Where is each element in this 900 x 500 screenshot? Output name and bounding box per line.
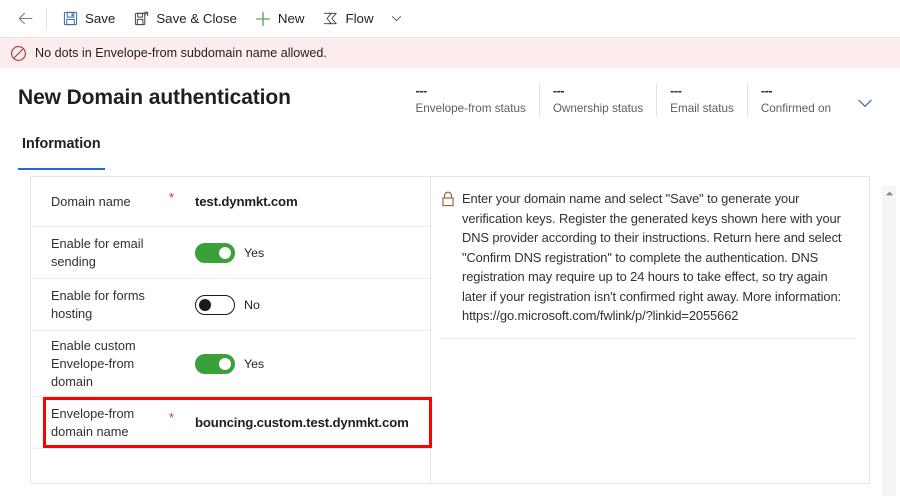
flow-icon [322,11,338,27]
header-expand-button[interactable] [848,86,882,120]
stat-label: Confirmed on [760,102,831,115]
field-enable-forms-hosting[interactable]: Enable for forms hosting No [31,279,430,331]
field-control[interactable]: Yes [195,242,418,263]
blocked-icon [10,45,27,62]
toggle-enable-forms-hosting[interactable] [195,294,235,315]
field-control[interactable]: Yes [195,353,418,374]
field-control[interactable]: test.dynmkt.com [195,194,418,209]
field-label: Enable for email sending [51,235,144,269]
save-and-close-button[interactable]: Save & Close [124,4,246,34]
toggle-knob [219,246,231,259]
stat-envelope-from-status: --- Envelope-from status [402,84,538,116]
flow-button-label: Flow [345,11,374,26]
page-title: New Domain authentication [18,86,291,109]
save-and-close-label: Save & Close [156,11,237,26]
stat-value: --- [415,84,427,98]
header-stats: --- Envelope-from status --- Ownership s… [402,82,844,116]
command-bar: Save Save & Close New Flow [0,0,900,38]
domain-name-value: test.dynmkt.com [195,194,298,209]
required-marker-empty [169,227,195,240]
field-label: Enable for forms hosting [51,287,145,321]
field-label: Enable custom Envelope-from domain [51,337,136,389]
stat-label: Ownership status [552,102,644,115]
back-button[interactable] [8,4,42,34]
toggle-state-label: Yes [244,356,265,371]
stat-label: Envelope-from status [415,102,526,115]
field-label: Domain name [51,193,131,209]
field-control[interactable]: bouncing.custom.test.dynmkt.com [195,415,418,430]
stat-value: --- [760,84,773,98]
command-bar-divider [46,7,47,30]
field-domain-name[interactable]: Domain name * test.dynmkt.com [31,177,430,227]
error-notification-bar: No dots in Envelope-from subdomain name … [0,38,900,68]
required-marker: * [169,410,175,425]
toggle-enable-custom-envelope-from-domain[interactable] [195,353,235,374]
field-control[interactable]: No [195,294,418,315]
lock-icon [441,189,455,326]
new-button-label: New [277,11,305,26]
required-marker-empty [169,279,195,292]
toggle-state-label: No [244,297,260,312]
vertical-scrollbar[interactable] [882,186,896,496]
toggle-enable-email-sending[interactable] [195,242,235,263]
field-label: Envelope-from domain name [51,405,135,439]
field-enable-email-sending[interactable]: Enable for email sending Yes [31,227,430,279]
scroll-up-arrow[interactable] [882,186,896,200]
field-envelope-from-domain-name[interactable]: Envelope-from domain name * bouncing.cus… [31,397,432,449]
field-enable-custom-envelope-from-domain[interactable]: Enable custom Envelope-from domain Yes [31,331,430,397]
save-button-label: Save [85,11,116,26]
stat-value: --- [552,84,565,98]
required-marker-empty [169,331,195,351]
stat-value: --- [670,84,682,98]
save-button[interactable]: Save [53,4,124,34]
toggle-knob [199,298,211,311]
form-fields-column: Domain name * test.dynmkt.com Enable for… [31,177,432,483]
form-content-area: Domain name * test.dynmkt.com Enable for… [30,176,870,484]
new-button[interactable]: New [246,4,314,34]
stat-ownership-status: --- Ownership status [538,84,656,116]
chevron-down-icon [858,99,872,107]
toggle-state-label: Yes [244,245,265,260]
save-icon [62,11,78,27]
arrow-left-icon [18,12,32,25]
tab-label: Information [22,136,101,152]
tab-information[interactable]: Information [18,136,105,170]
info-panel-text: Enter your domain name and select "Save"… [462,191,842,323]
plus-icon [255,11,271,27]
stat-email-status: --- Email status [656,84,747,116]
chevron-down-icon [391,16,401,22]
toggle-knob [219,357,231,370]
flow-button[interactable]: Flow [313,4,382,34]
flow-overflow-button[interactable] [383,4,410,34]
required-marker: * [169,190,175,205]
tab-strip: Information [0,136,900,170]
record-header: New Domain authentication --- Envelope-f… [0,68,900,130]
envelope-from-domain-name-value: bouncing.custom.test.dynmkt.com [195,415,409,430]
stat-confirmed-on: --- Confirmed on [746,84,844,116]
save-and-close-icon [133,11,149,27]
info-panel: Enter your domain name and select "Save"… [441,185,855,339]
error-message: No dots in Envelope-from subdomain name … [35,46,327,60]
stat-label: Email status [670,102,734,115]
info-column: Enter your domain name and select "Save"… [431,177,869,483]
